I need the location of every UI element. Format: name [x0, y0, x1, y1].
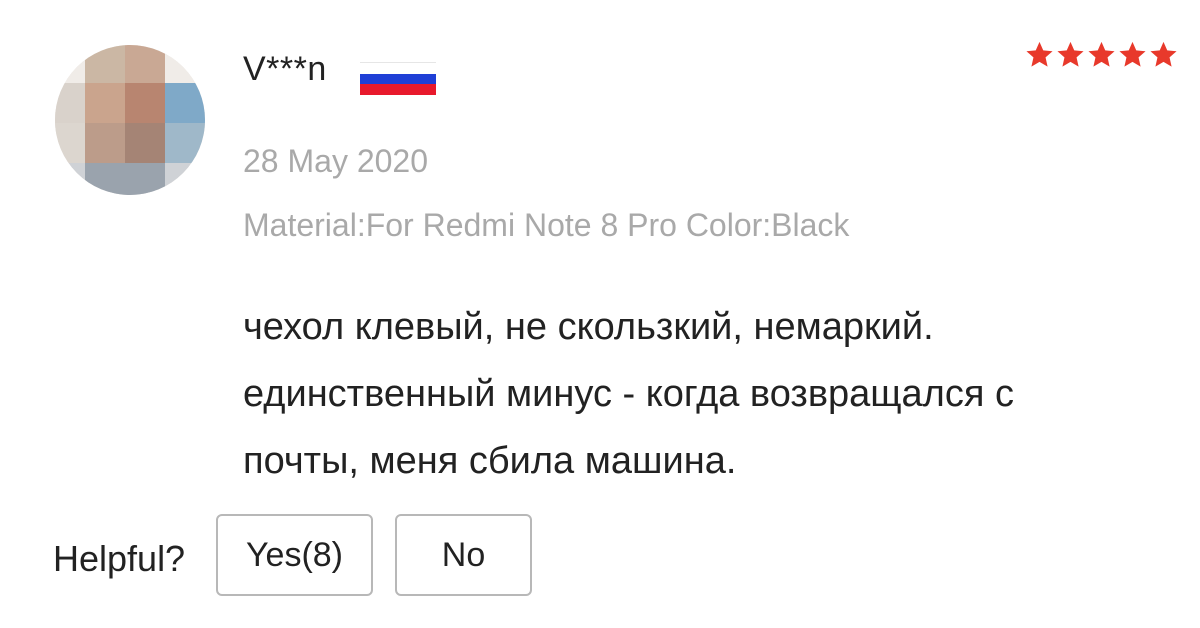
review-text-line: почты, меня сбила машина. [243, 440, 737, 482]
flag-stripe-white [360, 62, 436, 74]
reviewer-name: V***n [243, 50, 327, 88]
review-text-line: единственный минус - когда возвращался с [243, 373, 1014, 415]
russia-flag-icon [360, 62, 436, 95]
review-date: 28 May 2020 [243, 143, 429, 179]
star-icon [1057, 41, 1084, 67]
star-icon [1119, 41, 1146, 67]
review-text-line: чехол клевый, не скользкий, немаркий. [243, 306, 934, 348]
flag-stripe-red [360, 84, 436, 95]
avatar[interactable] [55, 45, 205, 195]
review-text: чехол клевый, не скользкий, немаркий. ед… [243, 294, 1193, 495]
star-icon [1088, 41, 1115, 67]
helpful-yes-button[interactable]: Yes(8) [216, 514, 373, 596]
star-icon [1150, 41, 1177, 67]
star-rating [1025, 40, 1178, 69]
flag-stripe-blue [360, 73, 436, 85]
sku-info: Material:For Redmi Note 8 Pro Color:Blac… [243, 207, 850, 243]
helpful-no-button[interactable]: No [395, 514, 532, 596]
avatar-image [55, 45, 205, 195]
helpful-label: Helpful? [53, 538, 186, 579]
star-icon [1026, 41, 1053, 67]
